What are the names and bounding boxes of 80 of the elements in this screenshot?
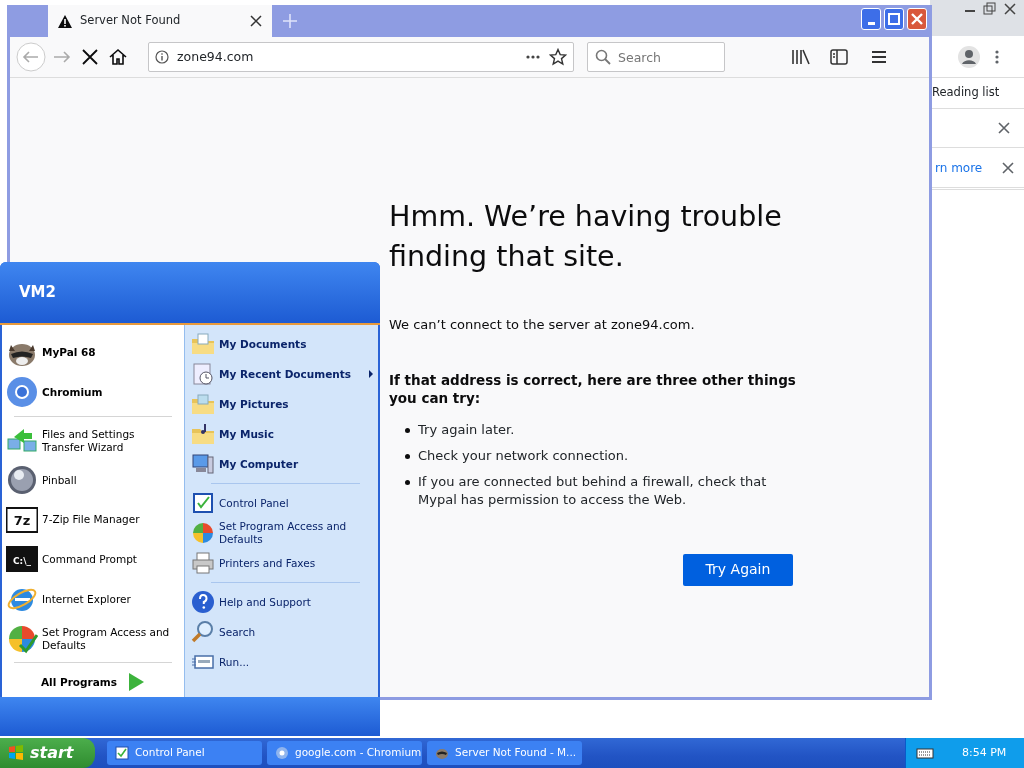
windows-flag-icon [8, 745, 24, 761]
help-icon [191, 590, 215, 614]
taskbar-button[interactable]: Control Panel [107, 741, 262, 765]
tab-title: Server Not Found [80, 12, 182, 30]
bullet [405, 479, 410, 485]
clock-document-icon [191, 362, 215, 386]
reading-list-button[interactable]: Reading list [932, 84, 1000, 102]
search-icon [595, 49, 611, 65]
bullet [405, 427, 410, 433]
taskbar-button[interactable]: Server Not Found - M... [427, 741, 582, 765]
start-menu-item[interactable]: My Recent Documents [191, 359, 374, 389]
clock: 8:54 PM [962, 744, 1007, 761]
menu-icon[interactable] [869, 48, 889, 66]
learn-more-link[interactable]: rn more [930, 158, 983, 177]
close-icon[interactable] [250, 15, 262, 27]
close-button[interactable] [907, 8, 927, 30]
tip-text: If you are connected but behind a firewall, check that Mypal has permission to access the Web. [418, 472, 768, 509]
error-message: We can’t connect to the server at zone94.com. [389, 316, 696, 334]
close-icon [911, 13, 923, 25]
start-menu-item[interactable]: My Computer [191, 449, 374, 479]
folder-icon [191, 422, 215, 446]
close-icon[interactable] [998, 122, 1010, 134]
star-icon[interactable] [549, 48, 567, 66]
search-icon [191, 620, 215, 644]
close-icon[interactable] [1002, 161, 1015, 174]
address-field[interactable]: zone94.com [148, 42, 574, 72]
control-panel-icon [115, 746, 129, 760]
start-menu-item[interactable]: Set Program Access and Defaults [191, 518, 374, 548]
info-icon [155, 50, 169, 64]
restore-icon[interactable] [982, 2, 998, 16]
more-icon[interactable] [525, 54, 541, 60]
browser-tab[interactable]: Server Not Found [48, 5, 272, 37]
taskbar-button[interactable]: google.com - Chromium [267, 741, 422, 765]
tip-text: Check your network connection. [418, 446, 629, 465]
ring-icon [6, 376, 38, 409]
ring-icon [275, 746, 289, 760]
minimize-icon [867, 21, 875, 25]
try-again-button[interactable]: Try Again [683, 553, 793, 586]
start-menu-item[interactable]: Internet Explorer [6, 579, 180, 619]
maximize-icon [888, 13, 900, 25]
folder-icon [191, 392, 215, 416]
start-menu-item[interactable]: Printers and Faxes [191, 548, 374, 578]
start-menu-item[interactable]: My Pictures [191, 389, 374, 419]
close-icon[interactable] [1002, 2, 1018, 16]
start-menu-item[interactable]: Pinball [6, 460, 180, 501]
start-menu-item[interactable]: Files and Settings Transfer Wizard [6, 421, 180, 461]
error-heading: Hmm. We’re having trouble finding that site. [389, 199, 783, 275]
start-menu-item[interactable]: MyPal 68 [6, 333, 180, 373]
start-menu-item[interactable]: Set Program Access and Defaults [6, 618, 180, 659]
quadrant-circle-icon [191, 521, 215, 545]
start-menu-item[interactable]: C:\_ Command Prompt [6, 539, 180, 580]
warning-icon [58, 14, 72, 28]
control-panel-icon [191, 491, 215, 515]
raccoon-icon [435, 746, 449, 760]
start-menu-item[interactable]: Search [191, 617, 374, 647]
start-menu-item[interactable]: My Documents [191, 329, 374, 359]
profile-icon[interactable] [958, 45, 980, 68]
keyboard-icon[interactable] [916, 747, 934, 759]
folder-icon [191, 332, 215, 356]
start-menu-item[interactable]: Chromium [6, 372, 180, 413]
printer-icon [191, 551, 215, 575]
start-menu-item[interactable]: My Music [191, 419, 374, 449]
more-icon[interactable] [994, 48, 1000, 65]
minimize-button[interactable] [861, 8, 881, 30]
library-icon[interactable] [791, 48, 811, 66]
start-menu-item[interactable]: Run... [191, 647, 374, 677]
ball-icon [6, 464, 38, 497]
sidebar-icon[interactable] [829, 48, 849, 66]
play-icon [127, 672, 145, 693]
error-subheading: If that address is correct, here are three other things you can try: [389, 370, 797, 407]
all-programs-button[interactable]: All Programs [6, 667, 180, 697]
maximize-button[interactable] [884, 8, 904, 30]
start-menu-item[interactable]: 7z 7-Zip File Manager [6, 500, 180, 540]
computer-icon [191, 452, 215, 476]
bullet [405, 453, 410, 459]
search-field[interactable]: Search [587, 42, 725, 72]
tip-text: Try again later. [418, 420, 515, 439]
start-menu-item[interactable]: Help and Support [191, 587, 374, 617]
start-menu-item[interactable]: Control Panel [191, 488, 374, 518]
user-name: VM2 [0, 262, 380, 325]
